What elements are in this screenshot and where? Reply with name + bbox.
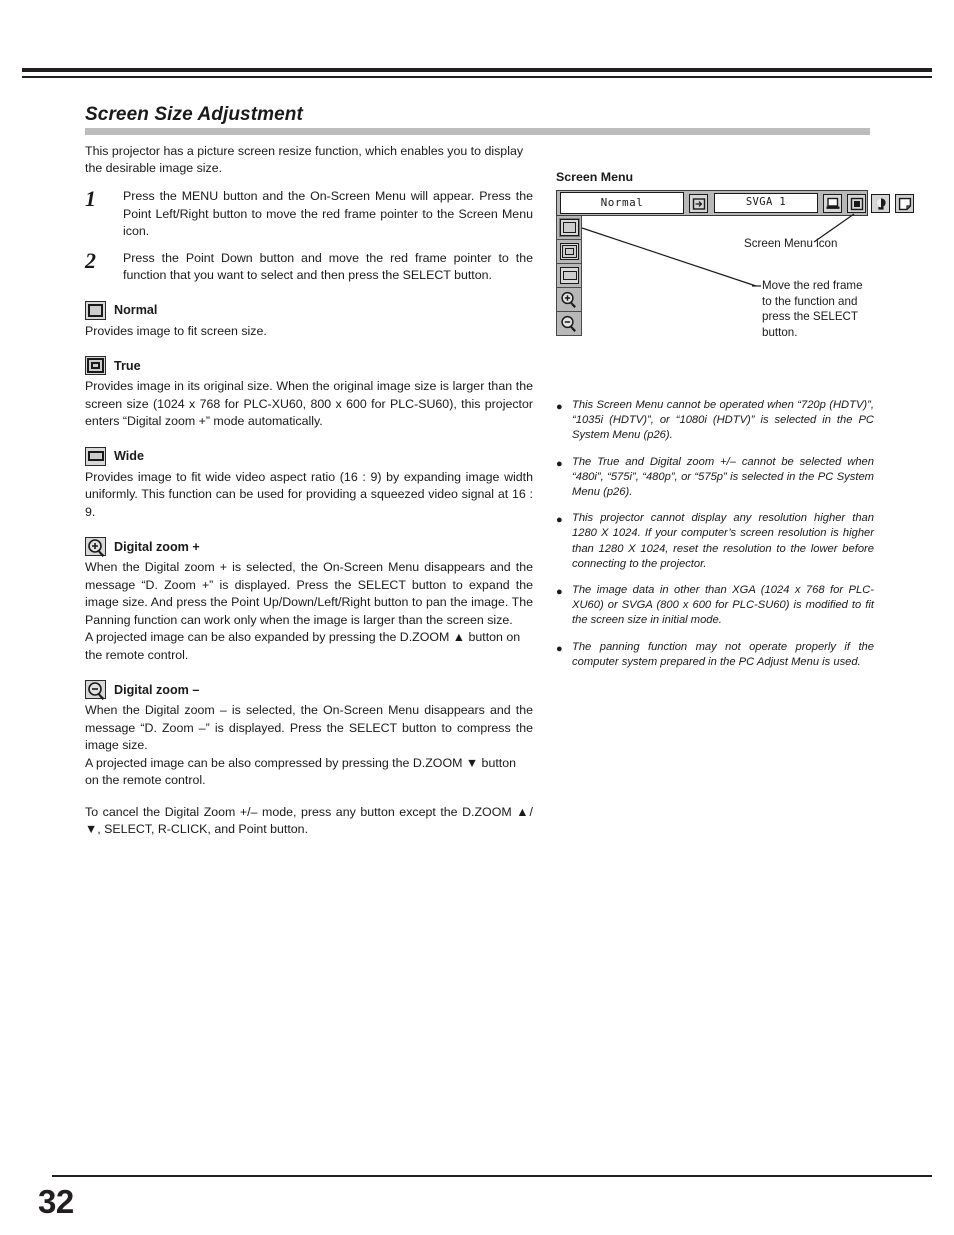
page-number: 32 (38, 1183, 74, 1220)
true-screen-icon (85, 356, 106, 375)
bullet-icon: ● (556, 457, 563, 470)
page-title: Screen Size Adjustment (85, 104, 303, 125)
function-heading-wide: Wide (85, 446, 533, 466)
zoom-in-icon (85, 537, 106, 557)
function-text-wide: Provides image to fit wide video aspect … (85, 469, 533, 519)
bullet-icon: ● (556, 514, 563, 527)
step-1-number: 1 (85, 186, 96, 211)
step-2-text: Press the Point Down button and move the… (123, 250, 533, 283)
normal-screen-icon (85, 300, 106, 320)
function-heading-true: True (85, 356, 533, 375)
menu-item-digital-zoom-out[interactable] (556, 312, 582, 336)
bullet-icon: ● (556, 401, 563, 413)
function-text-digital-zoom-out-2: A projected image can be also compressed… (85, 755, 517, 788)
wide-screen-icon (85, 446, 106, 466)
function-heading-normal: Normal (85, 300, 533, 320)
input-source-icon[interactable] (689, 193, 708, 213)
notes-list: ● This Screen Menu cannot be operated wh… (556, 398, 874, 681)
note-item: ● The True and Digital zoom +/– cannot b… (556, 455, 874, 501)
menu-item-digital-zoom-in[interactable] (556, 288, 582, 312)
zoom-out-icon (85, 680, 106, 700)
intro-paragraph: This projector has a picture screen resi… (85, 144, 524, 175)
function-label-true: True (114, 358, 141, 373)
function-text-true: Provides image in its original size. Whe… (85, 379, 533, 428)
menu-item-wide[interactable] (556, 264, 582, 288)
note-text: The True and Digital zoom +/– cannot be … (572, 455, 874, 499)
bullet-icon: ● (556, 586, 563, 599)
screen-menu-item-stack (556, 216, 582, 336)
function-heading-digital-zoom-out: Digital zoom – (85, 680, 533, 700)
function-text-normal: Provides image to fit screen size. (85, 323, 267, 338)
note-text: This Screen Menu cannot be operated when… (572, 399, 874, 442)
note-item: ● The image data in other than XGA (1024… (556, 583, 874, 629)
function-label-wide: Wide (114, 449, 144, 463)
left-column: This projector has a picture screen resi… (85, 143, 533, 839)
step-1: 1 Press the MENU button and the On-Scree… (85, 188, 533, 241)
menu-current-value[interactable]: Normal (560, 192, 684, 214)
function-text-digital-zoom-out-1: When the Digital zoom – is selected, the… (85, 703, 533, 752)
image-adjust-icon[interactable] (871, 193, 890, 213)
note-text: The panning function may not operate pro… (572, 640, 874, 668)
function-label-normal: Normal (114, 303, 158, 317)
note-text: The image data in other than XGA (1024 x… (572, 584, 874, 627)
function-text-digital-zoom-in-2: A projected image can be also expanded b… (85, 630, 521, 662)
function-heading-digital-zoom-in: Digital zoom + (85, 537, 533, 557)
header-rule-thick (22, 68, 932, 72)
note-text: This projector cannot display any resolu… (572, 512, 874, 570)
step-1-text: Press the MENU button and the On-Screen … (123, 189, 533, 238)
screen-menu-figure: Screen Menu Normal SVGA 1 Screen Menu ic… (556, 170, 914, 339)
image-icon[interactable] (847, 193, 866, 213)
title-underline-bar (85, 128, 870, 135)
system-value[interactable]: SVGA 1 (714, 193, 818, 213)
closing-paragraph: To cancel the Digital Zoom +/– mode, pre… (85, 804, 533, 837)
function-label-digital-zoom-in: Digital zoom + (114, 539, 200, 554)
on-screen-menu-bar: Normal SVGA 1 (556, 190, 914, 216)
screen-menu-heading: Screen Menu (556, 170, 634, 184)
screen-icon[interactable] (895, 193, 914, 213)
note-item: ● This Screen Menu cannot be operated wh… (556, 398, 874, 444)
bullet-icon: ● (556, 642, 563, 655)
screen-menu-mock: Normal SVGA 1 Screen Menu icon Move the … (556, 190, 914, 339)
step-2: 2 Press the Point Down button and move t… (85, 247, 533, 285)
menu-item-normal[interactable] (556, 216, 582, 240)
computer-icon[interactable] (823, 193, 842, 213)
footer-rule (52, 1175, 932, 1177)
header-rule-thin (22, 76, 932, 78)
note-item: ● The panning function may not operate p… (556, 640, 874, 670)
step-2-number: 2 (85, 247, 96, 273)
callout-move-red-frame: Move the red frame to the function and p… (762, 279, 863, 339)
callout-screen-menu-icon: Screen Menu icon (744, 237, 838, 250)
function-label-digital-zoom-out: Digital zoom – (114, 682, 200, 697)
function-text-digital-zoom-in-1: When the Digital zoom + is selected, the… (85, 560, 533, 627)
note-item: ● This projector cannot display any reso… (556, 511, 874, 572)
menu-item-true[interactable] (556, 240, 582, 264)
